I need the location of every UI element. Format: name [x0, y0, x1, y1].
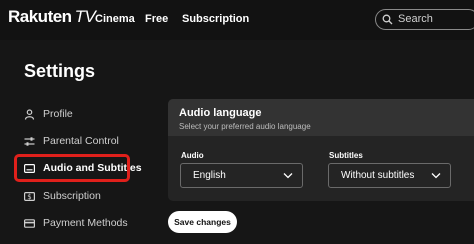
sidebar-item-subscription[interactable]: $ Subscription — [24, 187, 154, 207]
chevron-down-icon — [431, 173, 441, 179]
page-title: Settings — [24, 61, 96, 81]
sidebar-item-label: Profile — [43, 108, 73, 120]
logo-suffix: TV — [74, 7, 96, 26]
subtitles-select[interactable]: Without subtitles — [328, 163, 451, 188]
audio-select[interactable]: English — [180, 163, 303, 188]
logo-text: Rakuten — [8, 7, 72, 26]
audio-label: Audio — [181, 151, 204, 160]
card-header: Audio language Select your preferred aud… — [168, 99, 474, 136]
audio-value: English — [193, 170, 226, 181]
nav-link-free[interactable]: Free — [145, 13, 168, 25]
sidebar-item-label: Parental Control — [43, 135, 119, 147]
subtitles-value: Without subtitles — [341, 170, 415, 181]
sidebar-item-label: Payment Methods — [43, 217, 128, 229]
dollar-icon: $ — [24, 192, 35, 201]
sidebar-item-label: Subscription — [43, 190, 101, 202]
section-title: Audio language — [179, 107, 262, 119]
sidebar-item-payment-methods[interactable]: Payment Methods — [24, 214, 154, 234]
person-icon — [24, 109, 35, 120]
selection-highlight — [14, 154, 130, 182]
subtitles-label: Subtitles — [329, 151, 363, 160]
rakuten-tv-logo[interactable]: Rakuten TV — [8, 7, 96, 27]
save-changes-button[interactable]: Save changes — [168, 211, 237, 233]
search-icon — [382, 14, 393, 25]
sidebar-item-profile[interactable]: Profile — [24, 105, 154, 125]
section-description: Select your preferred audio language — [179, 122, 311, 131]
top-navigation: Rakuten TV Cinema Free Subscription Searc… — [0, 0, 474, 40]
search-box[interactable]: Search — [375, 9, 474, 30]
nav-link-subscription[interactable]: Subscription — [182, 13, 249, 25]
svg-text:$: $ — [27, 193, 31, 201]
sliders-icon — [24, 137, 35, 146]
nav-link-cinema[interactable]: Cinema — [95, 13, 135, 25]
audio-language-card: Audio language Select your preferred aud… — [168, 99, 474, 201]
sidebar-item-parental-control[interactable]: Parental Control — [24, 132, 154, 152]
search-placeholder: Search — [398, 13, 433, 25]
credit-card-icon — [24, 219, 35, 228]
chevron-down-icon — [283, 173, 293, 179]
